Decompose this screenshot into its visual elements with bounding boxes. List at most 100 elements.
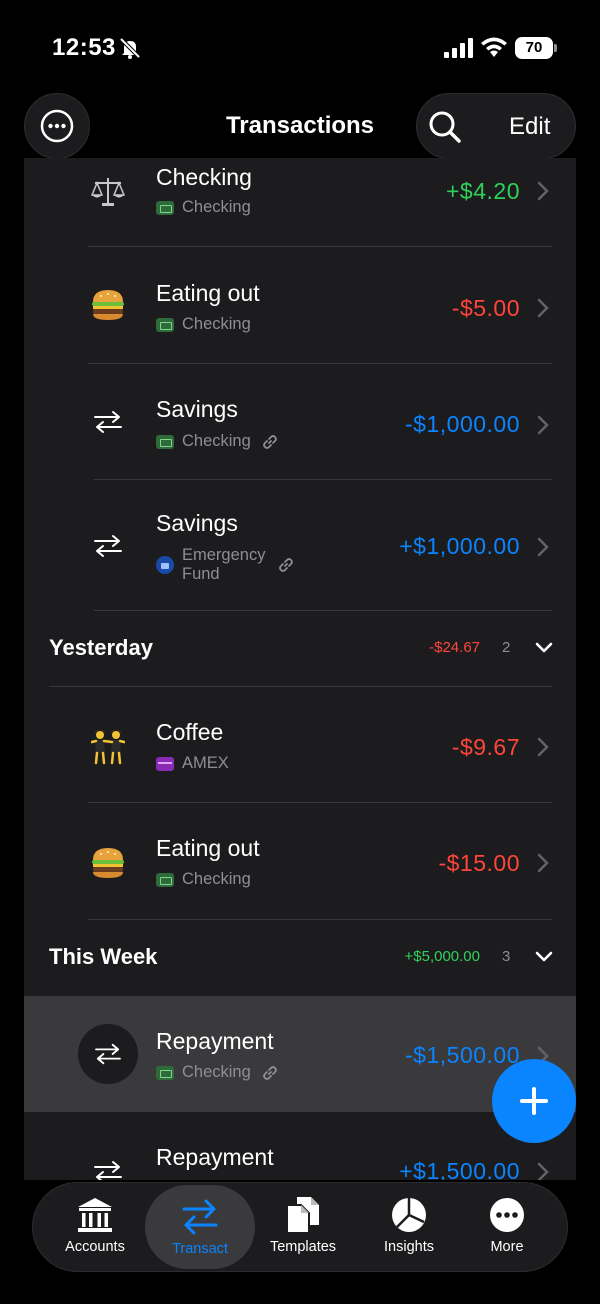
cash-account-icon	[156, 872, 174, 887]
transaction-amount: -$9.67	[451, 734, 520, 760]
chevron-right-icon	[537, 415, 549, 435]
documents-icon	[286, 1197, 319, 1234]
link-icon	[262, 1065, 277, 1080]
section-count: 2	[502, 639, 511, 656]
account-name-line: Fund	[182, 565, 220, 583]
silent-bell-icon	[119, 37, 141, 59]
hamburger-icon	[86, 283, 130, 327]
transaction-row[interactable]: Eating out Checking -$5.00	[24, 247, 576, 363]
transfer-icon	[86, 524, 130, 568]
tab-label: Insights	[384, 1239, 434, 1255]
transaction-account: Checking	[156, 198, 251, 217]
section-total: +$5,000.00	[404, 948, 481, 965]
transaction-title: Repayment	[156, 1144, 274, 1170]
tab-label: Transact	[172, 1241, 228, 1257]
transfer-icon	[78, 1024, 138, 1084]
transaction-title: Savings	[156, 510, 238, 536]
transfer-icon	[182, 1199, 218, 1235]
credit-card-icon	[156, 756, 174, 771]
search-edit-pill: Edit	[416, 93, 576, 159]
transaction-account: AMEX	[156, 754, 229, 773]
chevron-right-icon	[537, 298, 549, 318]
tab-bar: Accounts Transact Templates Insights Mor…	[32, 1182, 568, 1272]
tab-insights[interactable]: Insights	[357, 1183, 461, 1271]
bank-icon	[78, 1198, 112, 1232]
link-icon	[262, 434, 277, 449]
transaction-row[interactable]: Savings Checking -$1,000.00	[24, 364, 576, 480]
transaction-row[interactable]: Savings Emergency Fund +$1,000.00	[24, 480, 576, 610]
cash-account-icon	[156, 317, 174, 332]
dancers-icon	[86, 725, 130, 769]
transaction-row[interactable]: Repayment +$1,500.00	[24, 1112, 576, 1180]
chevron-down-icon[interactable]	[535, 641, 553, 655]
transactions-list[interactable]: Checking Checking +$4.20 Eating out Chec…	[24, 158, 576, 1180]
transaction-title: Repayment	[156, 1028, 274, 1054]
link-icon	[279, 558, 294, 572]
account-name-line: Emergency	[182, 546, 266, 564]
chevron-right-icon	[537, 737, 549, 757]
pie-chart-icon	[392, 1198, 426, 1232]
transaction-row[interactable]: Checking Checking +$4.20	[24, 158, 576, 246]
transaction-account: Emergency Fund	[156, 546, 295, 584]
battery-level: 70	[515, 37, 553, 59]
transaction-amount: -$1,000.00	[405, 411, 520, 437]
account-name: Checking	[182, 1063, 251, 1081]
account-name: Checking	[182, 198, 251, 216]
chevron-right-icon	[537, 1162, 549, 1180]
tab-more[interactable]: More	[455, 1183, 559, 1271]
transaction-title: Coffee	[156, 719, 224, 745]
battery-tip	[554, 44, 557, 52]
transaction-amount: +$4.20	[446, 178, 520, 204]
status-bar: 12:53 70	[0, 0, 600, 90]
transaction-account: Checking	[156, 1063, 279, 1082]
chevron-right-icon	[537, 853, 549, 873]
search-icon[interactable]	[427, 109, 463, 145]
transfer-icon	[86, 1150, 130, 1180]
tab-label: Templates	[269, 1239, 337, 1255]
section-title: Yesterday	[49, 635, 153, 660]
tab-label: More	[490, 1239, 524, 1255]
section-header-yesterday[interactable]: Yesterday -$24.67 2	[24, 611, 576, 687]
section-header-this-week[interactable]: This Week +$5,000.00 3	[24, 920, 576, 996]
tab-label: Accounts	[65, 1239, 125, 1255]
tab-templates[interactable]: Templates	[253, 1183, 353, 1271]
transaction-amount: -$5.00	[451, 295, 520, 321]
lock-account-icon	[156, 556, 174, 574]
battery-indicator: 70	[515, 37, 557, 59]
cellular-signal-icon	[444, 38, 473, 58]
chevron-right-icon	[537, 537, 549, 557]
transaction-amount: +$1,000.00	[399, 533, 520, 559]
section-total: -$24.67	[429, 639, 480, 656]
chevron-down-icon[interactable]	[535, 950, 553, 964]
transaction-amount: -$1,500.00	[405, 1042, 520, 1068]
account-name: Checking	[182, 870, 251, 888]
wifi-icon	[481, 37, 507, 57]
balance-scale-icon	[86, 170, 130, 214]
more-icon	[490, 1198, 524, 1232]
section-count: 3	[502, 948, 511, 965]
transaction-title: Eating out	[156, 280, 260, 306]
status-time: 12:53	[52, 34, 116, 61]
transaction-title: Eating out	[156, 835, 260, 861]
transaction-row[interactable]: Coffee AMEX -$9.67	[24, 687, 576, 803]
account-name: Checking	[182, 432, 251, 450]
section-title: This Week	[49, 944, 158, 969]
nav-bar: Transactions Edit	[0, 90, 600, 162]
account-name: Emergency Fund	[182, 546, 265, 584]
cash-account-icon	[156, 434, 174, 449]
add-transaction-button[interactable]	[492, 1059, 576, 1143]
transaction-account: Checking	[156, 870, 251, 889]
tab-accounts[interactable]: Accounts	[43, 1183, 147, 1271]
plus-icon	[520, 1087, 548, 1115]
transaction-title: Checking	[156, 164, 252, 190]
tab-transact[interactable]: Transact	[145, 1185, 255, 1269]
chevron-right-icon	[537, 181, 549, 201]
transaction-row[interactable]: Eating out Checking -$15.00	[24, 803, 576, 919]
edit-button[interactable]: Edit	[509, 113, 550, 141]
transaction-account: Checking	[156, 315, 251, 334]
cash-account-icon	[156, 1065, 174, 1080]
transaction-account: Checking	[156, 432, 279, 451]
hamburger-icon	[86, 841, 130, 885]
transaction-amount: -$15.00	[438, 850, 520, 876]
cash-account-icon	[156, 200, 174, 215]
